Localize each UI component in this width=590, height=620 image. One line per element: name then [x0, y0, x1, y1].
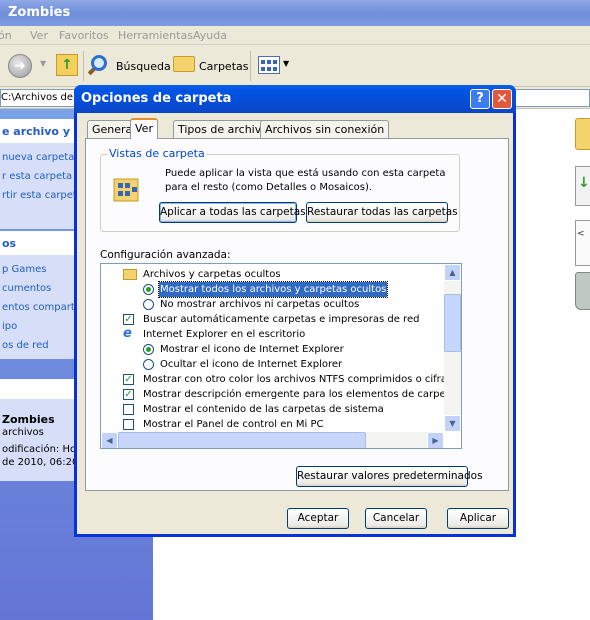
place-network[interactable]: os de red — [2, 340, 49, 351]
horizontal-scrollbar[interactable]: ◀ ▶ — [101, 432, 444, 448]
cancel-button[interactable]: Cancelar — [365, 508, 427, 529]
apply-to-all-folders-button[interactable]: Aplicar a todas las carpetas — [159, 202, 306, 223]
ok-button[interactable]: Aceptar — [287, 508, 349, 529]
scroll-left-icon[interactable]: ◀ — [101, 432, 118, 448]
radio-hide-ie-icon[interactable] — [143, 359, 154, 370]
folder-views-group: Vistas de carpeta Puede aplicar la vista… — [100, 147, 460, 232]
checkbox-search-network[interactable]: ✓ — [123, 314, 134, 325]
list-item-label[interactable]: No mostrar archivos ni carpetas ocultos — [160, 297, 359, 312]
places-header[interactable]: os — [0, 231, 74, 255]
checkbox-system-folders[interactable] — [123, 404, 134, 415]
checkbox-control-panel[interactable] — [123, 419, 134, 430]
menu-view[interactable]: Ver — [30, 29, 48, 42]
advanced-settings-label: Configuración avanzada: — [100, 249, 231, 261]
place-games[interactable]: p Games — [2, 264, 47, 275]
tasks-header[interactable]: e archivo y car — [0, 119, 74, 143]
list-item-label[interactable]: Mostrar descripción emergente para los e… — [143, 387, 461, 402]
scroll-right-icon[interactable]: ▶ — [427, 432, 444, 448]
checkbox-popup-description[interactable]: ✓ — [123, 389, 134, 400]
folder-views-icon — [113, 178, 139, 202]
place-my-computer[interactable]: ipo — [2, 321, 17, 332]
dialog-title: Opciones de carpeta ? ✕ — [74, 85, 516, 113]
internet-explorer-icon: e — [123, 326, 132, 341]
place-documents[interactable]: cumentos — [2, 283, 51, 294]
scroll-up-icon[interactable]: ▲ — [444, 264, 461, 281]
details-type: archivos — [2, 427, 44, 438]
up-folder-icon[interactable]: ↑ — [56, 54, 78, 76]
list-item-label[interactable]: Mostrar el icono de Internet Explorer — [160, 342, 344, 357]
tasks-box: nueva carpeta r esta carpeta e rtir esta… — [0, 143, 83, 229]
menu-tools[interactable]: Herramientas — [118, 29, 193, 42]
help-icon[interactable]: ? — [470, 89, 490, 109]
details-modified-1: odificación: Hoy — [2, 444, 83, 455]
list-item-label: Internet Explorer en el escritorio — [143, 329, 306, 340]
list-item-label[interactable]: Ocultar el icono de Internet Explorer — [160, 357, 342, 372]
toolbar-separator — [83, 51, 84, 81]
checkbox-ntfs-color[interactable]: ✓ — [123, 374, 134, 385]
toolbar: ➜ ▼ ↑ Búsqueda Carpetas ▼ — [0, 45, 590, 87]
restore-defaults-button[interactable]: Restaurar valores predeterminados — [296, 466, 483, 487]
folders-button[interactable]: Carpetas — [199, 60, 248, 73]
list-item-label[interactable]: Mostrar todos los archivos y carpetas oc… — [157, 281, 389, 298]
forward-dropdown-icon[interactable]: ▼ — [40, 59, 46, 68]
list-item-label: Archivos y carpetas ocultos — [143, 269, 281, 280]
html-file-icon[interactable]: < — [575, 220, 590, 266]
folders-icon[interactable] — [173, 56, 195, 72]
folder-views-description: Puede aplicar la vista que está usando c… — [165, 168, 446, 193]
horizontal-scroll-thumb[interactable] — [118, 432, 366, 448]
close-icon[interactable]: ✕ — [492, 89, 512, 109]
radio-show-ie-icon[interactable] — [143, 344, 154, 355]
list-item-label[interactable]: Mostrar con otro color los archivos NTFS… — [143, 372, 461, 387]
apply-button[interactable]: Aplicar — [447, 508, 509, 529]
vertical-scrollbar[interactable]: ▲ ▼ — [444, 264, 461, 432]
details-name: Zombies — [2, 413, 55, 426]
radio-hide-hidden[interactable] — [143, 299, 154, 310]
menu-bar: ón Ver Favoritos Herramientas Ayuda — [0, 26, 590, 45]
views-icon[interactable] — [258, 56, 280, 74]
details-header[interactable] — [0, 379, 74, 399]
task-new-folder[interactable]: nueva carpeta — [2, 152, 74, 163]
setup-file-icon[interactable]: ↓ — [575, 166, 590, 206]
dialog-title-text: Opciones de carpeta — [81, 91, 232, 106]
views-dropdown-icon[interactable]: ▼ — [283, 59, 289, 68]
list-item-label[interactable]: Mostrar el contenido de las carpetas de … — [143, 402, 384, 417]
folder-icon — [123, 269, 137, 280]
view-tab-panel: Vistas de carpeta Puede aplicar la vista… — [85, 138, 509, 491]
folder-views-title: Vistas de carpeta — [107, 147, 207, 160]
search-icon[interactable] — [91, 55, 107, 71]
places-box: p Games cumentos entos comparti ipo os d… — [0, 255, 78, 359]
toolbar-separator — [250, 51, 251, 81]
details-modified-2: de 2010, 06:20 — [2, 457, 79, 468]
folder-options-dialog: Opciones de carpeta ? ✕ General Ver Tipo… — [74, 85, 516, 537]
tab-file-types[interactable]: Tipos de archivo — [173, 120, 273, 138]
place-shared-documents[interactable]: entos comparti — [2, 302, 78, 313]
advanced-settings-list[interactable]: Archivos y carpetas ocultos Mostrar todo… — [100, 263, 462, 449]
menu-file[interactable]: ón — [0, 29, 12, 42]
list-item-label[interactable]: Buscar automáticamente carpetas e impres… — [143, 312, 419, 327]
details-box: Zombies archivos odificación: Hoy de 201… — [0, 399, 82, 481]
list-item-label[interactable]: Mostrar el Panel de control en Mi PC — [143, 417, 323, 432]
task-share-folder[interactable]: rtir esta carpeta — [2, 190, 83, 201]
forward-arrow-icon[interactable]: ➜ — [8, 54, 32, 78]
search-button[interactable]: Búsqueda — [116, 60, 171, 73]
folder-icon[interactable] — [575, 118, 590, 150]
recycle-bin-icon[interactable] — [575, 272, 590, 310]
scroll-down-icon[interactable]: ▼ — [444, 415, 461, 432]
tab-offline-files[interactable]: Archivos sin conexión — [260, 120, 390, 138]
vertical-scroll-thumb[interactable] — [444, 294, 461, 352]
menu-help[interactable]: Ayuda — [193, 29, 227, 42]
radio-show-hidden[interactable] — [143, 284, 154, 295]
window-title: Zombies — [0, 0, 590, 26]
menu-favorites[interactable]: Favoritos — [59, 29, 109, 42]
tab-view[interactable]: Ver — [130, 118, 158, 139]
reset-all-folders-button[interactable]: Restaurar todas las carpetas — [306, 202, 458, 223]
task-publish-folder[interactable]: r esta carpeta e — [2, 171, 82, 182]
